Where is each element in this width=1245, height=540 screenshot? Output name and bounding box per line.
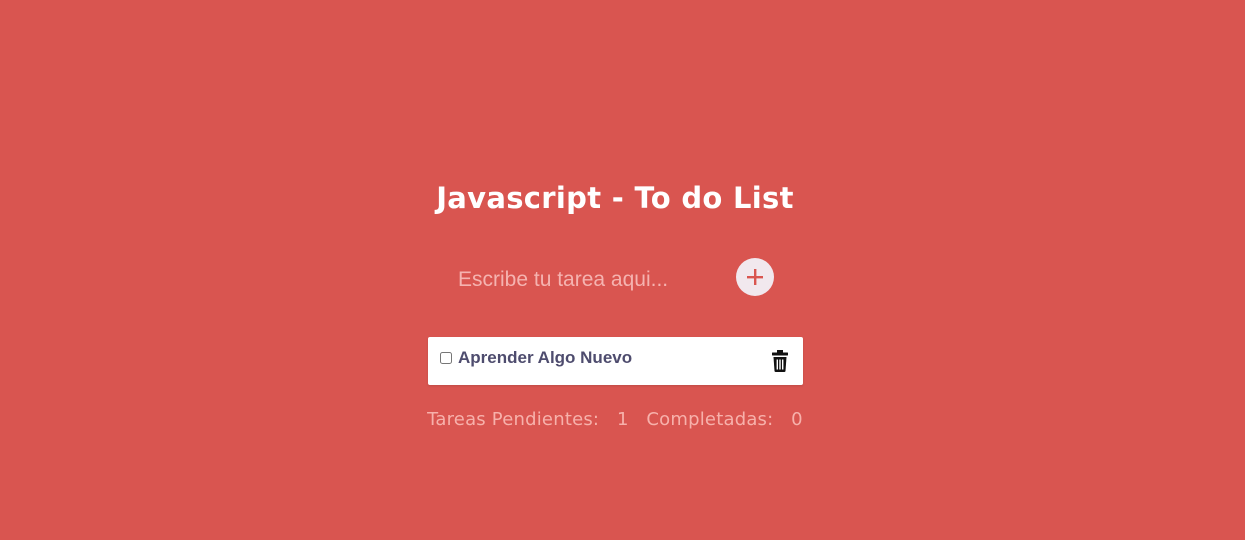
add-task-button[interactable]	[736, 258, 774, 296]
task-input[interactable]	[448, 262, 738, 298]
page-title: Javascript - To do List	[436, 181, 794, 215]
delete-task-button[interactable]	[771, 350, 789, 372]
task-label[interactable]: Aprender Algo Nuevo	[458, 348, 632, 368]
completed-label: Completadas:	[646, 409, 774, 430]
task-summary: Tareas Pendientes: 1 Completadas: 0	[0, 408, 1230, 432]
plus-icon	[747, 269, 763, 285]
task-list: Aprender Algo Nuevo	[428, 337, 803, 385]
todo-app: Javascript - To do List Aprender Algo Nu…	[0, 0, 1245, 540]
trash-icon	[772, 350, 788, 372]
pending-label: Tareas Pendientes:	[427, 409, 600, 430]
completed-count: 0	[791, 409, 803, 430]
pending-count: 1	[616, 409, 629, 430]
task-item: Aprender Algo Nuevo	[428, 337, 803, 385]
task-checkbox[interactable]	[440, 352, 452, 364]
